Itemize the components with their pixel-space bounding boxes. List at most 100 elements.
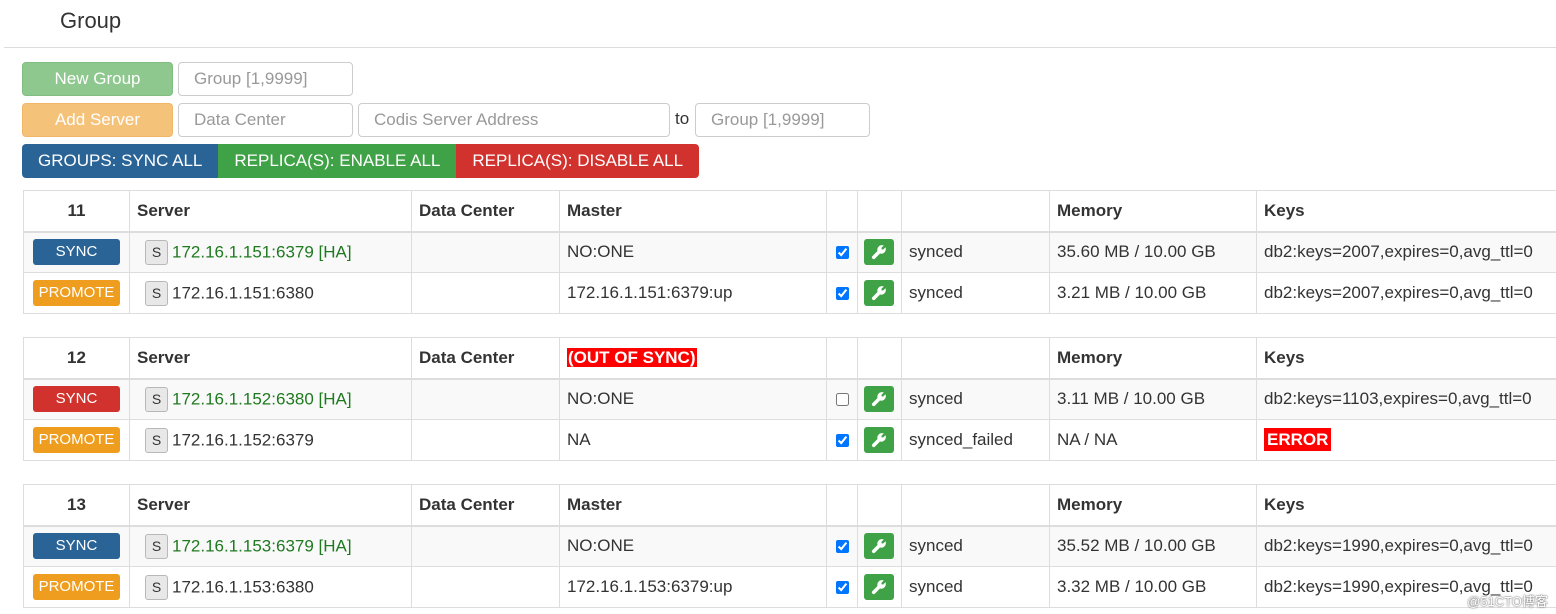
server-column-header: Server bbox=[129, 337, 412, 380]
sync-status-cell: synced bbox=[901, 525, 1050, 567]
replica-checkbox[interactable] bbox=[835, 580, 849, 594]
title-divider bbox=[4, 47, 1556, 48]
empty-header-cell bbox=[857, 337, 902, 380]
memory-column-header: Memory bbox=[1049, 484, 1257, 527]
data-center-cell bbox=[411, 378, 560, 420]
sync-status-cell: synced_failed bbox=[901, 419, 1050, 461]
data-center-cell bbox=[411, 231, 560, 273]
keys-value: db2:keys=1990,expires=0,avg_ttl=0 bbox=[1264, 536, 1533, 556]
edit-cell bbox=[857, 566, 902, 608]
edit-cell bbox=[857, 419, 902, 461]
replica-checkbox-cell bbox=[826, 525, 858, 567]
sync-status-cell: synced bbox=[901, 566, 1050, 608]
server-row: SYNC S 172.16.1.151:6379 [HA] NO:ONE synced 3… bbox=[23, 231, 1556, 273]
wrench-icon[interactable] bbox=[864, 574, 894, 600]
sync-button[interactable]: SYNC bbox=[33, 533, 120, 560]
page-title: Group bbox=[60, 8, 122, 33]
replica-checkbox-cell bbox=[826, 231, 858, 273]
out-of-sync-badge: (OUT OF SYNC) bbox=[567, 347, 697, 367]
sync-button[interactable]: SYNC bbox=[33, 239, 120, 266]
server-info-button[interactable]: S bbox=[145, 239, 168, 265]
promote-button[interactable]: PROMOTE bbox=[33, 574, 120, 600]
data-center-cell bbox=[411, 419, 560, 461]
keys-cell: db2:keys=2007,expires=0,avg_ttl=0 bbox=[1256, 231, 1556, 273]
promote-button[interactable]: PROMOTE bbox=[33, 280, 120, 306]
keys-column-header: Keys bbox=[1256, 190, 1556, 233]
group-id: 11 bbox=[23, 190, 130, 233]
group-table-11: 11 Server Data Center Master Memory Keys SYNC S… bbox=[23, 190, 1556, 314]
action-cell: PROMOTE bbox=[23, 419, 130, 461]
server-cell: S 172.16.1.151:6380 bbox=[129, 272, 412, 314]
data-center-cell bbox=[411, 566, 560, 608]
promote-button[interactable]: PROMOTE bbox=[33, 427, 120, 453]
server-row: SYNC S 172.16.1.153:6379 [HA] NO:ONE synced 3… bbox=[23, 525, 1556, 567]
replica-checkbox[interactable] bbox=[835, 539, 849, 553]
keys-cell: db2:keys=1990,expires=0,avg_ttl=0 bbox=[1256, 525, 1556, 567]
server-address-input[interactable] bbox=[358, 103, 670, 137]
wrench-icon[interactable] bbox=[864, 239, 894, 266]
master-cell: 172.16.1.153:6379:up bbox=[559, 566, 827, 608]
new-group-button[interactable]: New Group bbox=[22, 62, 173, 96]
wrench-icon[interactable] bbox=[864, 427, 894, 453]
replica-checkbox[interactable] bbox=[835, 286, 849, 300]
server-cell: S 172.16.1.152:6379 bbox=[129, 419, 412, 461]
watermark: @51CTO博客 bbox=[1467, 594, 1548, 609]
memory-cell: 3.11 MB / 10.00 GB bbox=[1049, 378, 1257, 420]
action-cell: SYNC bbox=[23, 378, 130, 420]
group-id: 12 bbox=[23, 337, 130, 380]
server-info-button[interactable]: S bbox=[145, 574, 168, 600]
keys-value: db2:keys=2007,expires=0,avg_ttl=0 bbox=[1264, 283, 1533, 302]
server-info-button[interactable]: S bbox=[145, 427, 168, 453]
wrench-icon[interactable] bbox=[864, 533, 894, 560]
sync-status-cell: synced bbox=[901, 272, 1050, 314]
group-header-row: 12 Server Data Center (OUT OF SYNC) Memory Ke… bbox=[23, 337, 1556, 380]
server-address: 172.16.1.151:6379 [HA] bbox=[172, 242, 352, 262]
data-center-column-header: Data Center bbox=[411, 337, 560, 380]
disable-all-replicas-button[interactable]: REPLICA(S): DISABLE ALL bbox=[456, 144, 700, 178]
master-column-header: Master bbox=[559, 190, 827, 233]
empty-header-cell bbox=[826, 337, 858, 380]
server-address: 172.16.1.152:6379 bbox=[172, 430, 314, 449]
bulk-actions: GROUPS: SYNC ALL REPLICA(S): ENABLE ALL … bbox=[22, 144, 700, 178]
server-cell: S 172.16.1.153:6380 bbox=[129, 566, 412, 608]
replica-checkbox[interactable] bbox=[835, 433, 849, 447]
new-group-id-input[interactable] bbox=[178, 62, 353, 96]
keys-value: db2:keys=1103,expires=0,avg_ttl=0 bbox=[1264, 389, 1532, 409]
empty-header-cell bbox=[857, 190, 902, 233]
replica-checkbox-cell bbox=[826, 566, 858, 608]
sync-all-button[interactable]: GROUPS: SYNC ALL bbox=[22, 144, 219, 178]
wrench-icon[interactable] bbox=[864, 280, 894, 306]
replica-checkbox[interactable] bbox=[835, 245, 849, 259]
keys-cell: db2:keys=1103,expires=0,avg_ttl=0 bbox=[1256, 378, 1556, 420]
replica-checkbox[interactable] bbox=[835, 392, 849, 406]
server-info-button[interactable]: S bbox=[145, 280, 168, 306]
server-address: 172.16.1.152:6380 [HA] bbox=[172, 389, 352, 409]
add-server-button[interactable]: Add Server bbox=[22, 103, 173, 137]
data-center-cell bbox=[411, 272, 560, 314]
edit-cell bbox=[857, 231, 902, 273]
memory-cell: 3.32 MB / 10.00 GB bbox=[1049, 566, 1257, 608]
data-center-input[interactable] bbox=[178, 103, 353, 137]
master-cell: NO:ONE bbox=[559, 378, 827, 420]
replica-checkbox-cell bbox=[826, 378, 858, 420]
enable-all-replicas-button[interactable]: REPLICA(S): ENABLE ALL bbox=[218, 144, 457, 178]
server-info-button[interactable]: S bbox=[145, 386, 168, 412]
sync-status-cell: synced bbox=[901, 231, 1050, 273]
server-cell: S 172.16.1.152:6380 [HA] bbox=[129, 378, 412, 420]
wrench-icon[interactable] bbox=[864, 386, 894, 413]
sync-button[interactable]: SYNC bbox=[33, 386, 120, 413]
data-center-cell bbox=[411, 525, 560, 567]
memory-cell: 35.52 MB / 10.00 GB bbox=[1049, 525, 1257, 567]
empty-header-cell bbox=[901, 484, 1050, 527]
replica-checkbox-cell bbox=[826, 272, 858, 314]
server-address: 172.16.1.151:6380 bbox=[172, 283, 314, 302]
master-column-label: Master bbox=[567, 200, 622, 220]
action-cell: PROMOTE bbox=[23, 272, 130, 314]
server-info-button[interactable]: S bbox=[145, 533, 168, 559]
target-group-input[interactable] bbox=[695, 103, 870, 137]
data-center-column-header: Data Center bbox=[411, 484, 560, 527]
master-cell: NA bbox=[559, 419, 827, 461]
server-row: PROMOTE S 172.16.1.151:6380 172.16.1.151:63… bbox=[23, 272, 1556, 314]
empty-header-cell bbox=[826, 190, 858, 233]
edit-cell bbox=[857, 272, 902, 314]
